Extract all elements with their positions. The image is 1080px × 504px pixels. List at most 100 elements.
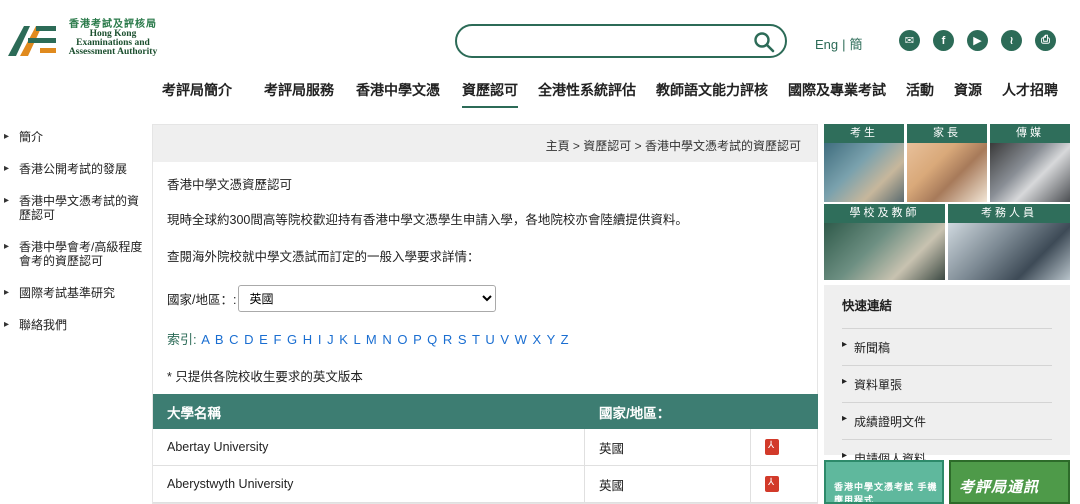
hkdse-app-banner-text: 香港中學文憑考試 手機應用程式 (834, 482, 938, 504)
index-letter-f[interactable]: F (273, 332, 282, 347)
university-country: 英國 (585, 429, 751, 465)
social-icons: ✉ f ▶ ≀ ⎙ (899, 30, 1056, 51)
index-letter-r[interactable]: R (443, 332, 453, 347)
nav-about[interactable]: 考評局簡介 (162, 80, 232, 108)
country-select[interactable]: 英國 (238, 285, 497, 312)
youtube-icon[interactable]: ▶ (967, 30, 988, 51)
index-letter-u[interactable]: U (485, 332, 495, 347)
index-label: 索引: (167, 332, 197, 347)
tile-media[interactable]: 傳媒 (990, 124, 1070, 202)
index-letter-t[interactable]: T (472, 332, 481, 347)
table-row: Aberystwyth University 英國 (153, 466, 818, 503)
index-letter-p[interactable]: P (413, 332, 422, 347)
tile-schools-teachers[interactable]: 學校及教師 (824, 204, 945, 280)
logo-en-line3: Assessment Authority (68, 47, 158, 57)
language-switch: Eng | 簡 (815, 34, 863, 53)
pdf-cell (751, 439, 818, 455)
index-letter-q[interactable]: Q (427, 332, 438, 347)
tile-parents[interactable]: 家長 (907, 124, 987, 202)
index-letter-x[interactable]: X (533, 332, 543, 347)
print-icon[interactable]: ⎙ (1035, 30, 1056, 51)
lang-english-link[interactable]: Eng (815, 37, 838, 52)
sidebar-item-development[interactable]: 香港公開考試的發展 (4, 162, 146, 176)
search-input[interactable] (471, 26, 751, 56)
english-only-note: * 只提供各院校收生要求的英文版本 (167, 370, 363, 384)
index-letter-a[interactable]: A (201, 332, 210, 347)
index-letter-k[interactable]: K (339, 332, 349, 347)
tile-candidates-label: 考生 (824, 124, 904, 143)
index-letter-d[interactable]: D (244, 332, 254, 347)
lang-simplified-link[interactable]: 簡 (850, 37, 863, 52)
country-filter: 國家/地區：: 英國 (167, 285, 497, 312)
main-content: 主頁 > 資歷認可 > 香港中學文憑考試的資歷認可 香港中學文憑資歷認可 現時全… (152, 124, 818, 504)
index-letter-g[interactable]: G (287, 332, 298, 347)
index-letter-w[interactable]: W (515, 332, 528, 347)
sidebar-item-hkdse-recognition[interactable]: 香港中學文憑考試的資歷認可 (4, 194, 146, 222)
audience-tiles: 考生 家長 傳媒 學校及教師 考務人員 (824, 124, 1070, 280)
nav-tsa[interactable]: 全港性系統評估 (538, 80, 636, 108)
pdf-icon[interactable] (765, 476, 779, 492)
sidebar-item-intro[interactable]: 簡介 (4, 130, 146, 144)
index-letter-i[interactable]: I (318, 332, 323, 347)
index-letter-v[interactable]: V (500, 332, 510, 347)
sidebar-item-hkcee-recognition[interactable]: 香港中學會考/高級程度會考的資歷認可 (4, 240, 146, 268)
nav-intl-exams[interactable]: 國際及專業考試 (788, 80, 886, 108)
country-label: 國家/地區：: (167, 293, 237, 307)
breadcrumb-home[interactable]: 主頁 (546, 139, 570, 153)
index-letter-c[interactable]: C (229, 332, 239, 347)
tile-schools-teachers-photo (824, 223, 945, 280)
pdf-icon[interactable] (765, 439, 779, 455)
index-letter-n[interactable]: N (382, 332, 392, 347)
tile-exam-personnel[interactable]: 考務人員 (948, 204, 1070, 280)
index-letter-o[interactable]: O (397, 332, 408, 347)
logo-text: 香港考試及評核局 Hong Kong Examinations and Asse… (58, 20, 168, 57)
index-letter-j[interactable]: J (327, 332, 335, 347)
hkdse-app-banner[interactable]: 香港中學文憑考試 手機應用程式 (824, 460, 944, 504)
tile-candidates-photo (824, 143, 904, 202)
alphabet-index: 索引: A B C D E F G H I J K L M N O P Q R … (167, 329, 570, 348)
index-letter-e[interactable]: E (259, 332, 269, 347)
sidebar-item-benchmarking[interactable]: 國際考試基準研究 (4, 286, 146, 300)
tile-parents-photo (907, 143, 987, 202)
pdf-cell (751, 476, 818, 492)
tile-candidates[interactable]: 考生 (824, 124, 904, 202)
newsletter-banner[interactable]: 考評局通訊 (949, 460, 1070, 504)
page-title: 香港中學文憑資歷認可 (167, 178, 293, 192)
quick-link-leaflets[interactable]: 資料單張 (842, 366, 1052, 403)
nav-resources[interactable]: 資源 (954, 80, 982, 108)
tile-exam-personnel-photo (948, 223, 1070, 280)
search-box (455, 24, 787, 58)
sidebar-item-contact[interactable]: 聯絡我們 (4, 318, 146, 332)
quick-links-title: 快速連結 (842, 295, 1052, 329)
nav-careers[interactable]: 人才招聘 (1002, 80, 1058, 108)
breadcrumb-recognition[interactable]: 資歷認可 (583, 139, 631, 153)
nav-hkdse[interactable]: 香港中學文憑 (356, 80, 440, 108)
email-icon[interactable]: ✉ (899, 30, 920, 51)
quick-link-certificates[interactable]: 成績證明文件 (842, 403, 1052, 440)
nav-services[interactable]: 考評局服務 (264, 80, 334, 108)
facebook-icon[interactable]: f (933, 30, 954, 51)
quick-link-press-releases[interactable]: 新聞稿 (842, 329, 1052, 366)
table-header: 大學名稱 國家/地區： (153, 394, 818, 429)
index-letter-y[interactable]: Y (547, 332, 556, 347)
newsletter-banner-text: 考評局通訊 (959, 479, 1040, 496)
hkeaa-logo[interactable]: 香港考試及評核局 Hong Kong Examinations and Asse… (6, 18, 166, 64)
nav-events[interactable]: 活動 (906, 80, 934, 108)
tile-media-label: 傳媒 (990, 124, 1070, 143)
nav-recognition[interactable]: 資歷認可 (462, 80, 518, 108)
index-letter-h[interactable]: H (303, 332, 313, 347)
nav-lpat[interactable]: 教師語文能力評核 (656, 80, 768, 108)
breadcrumb-sep: > (569, 139, 584, 153)
index-letter-m[interactable]: M (366, 332, 378, 347)
university-name: Abertay University (153, 429, 585, 465)
tile-schools-teachers-label: 學校及教師 (824, 204, 945, 223)
index-letter-b[interactable]: B (215, 332, 225, 347)
rss-icon[interactable]: ≀ (1001, 30, 1022, 51)
index-letter-s[interactable]: S (458, 332, 468, 347)
search-icon[interactable] (753, 31, 775, 53)
index-letter-l[interactable]: L (353, 332, 361, 347)
index-letter-z[interactable]: Z (561, 332, 570, 347)
sidebar: 簡介 香港公開考試的發展 香港中學文憑考試的資歷認可 香港中學會考/高級程度會考… (4, 130, 146, 350)
header-country: 國家/地區： (599, 405, 671, 421)
breadcrumb: 主頁 > 資歷認可 > 香港中學文憑考試的資歷認可 (153, 125, 817, 162)
